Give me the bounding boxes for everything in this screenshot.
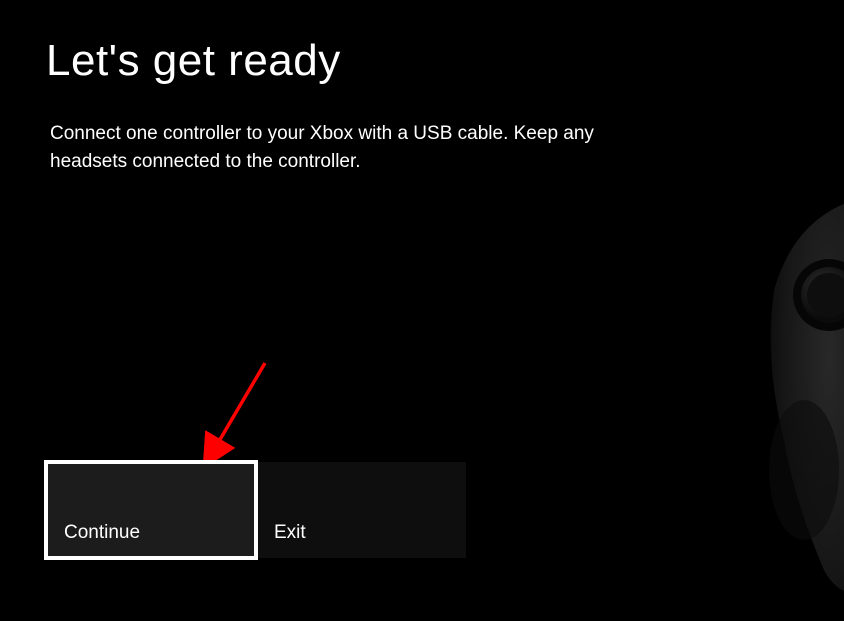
continue-button[interactable]: Continue — [46, 462, 256, 558]
controller-image — [734, 180, 844, 600]
page-title: Let's get ready — [46, 36, 341, 86]
annotation-arrow-icon — [200, 358, 280, 468]
exit-button[interactable]: Exit — [256, 462, 466, 558]
button-row: Continue Exit — [46, 462, 466, 558]
page-subtitle: Connect one controller to your Xbox with… — [50, 120, 610, 175]
